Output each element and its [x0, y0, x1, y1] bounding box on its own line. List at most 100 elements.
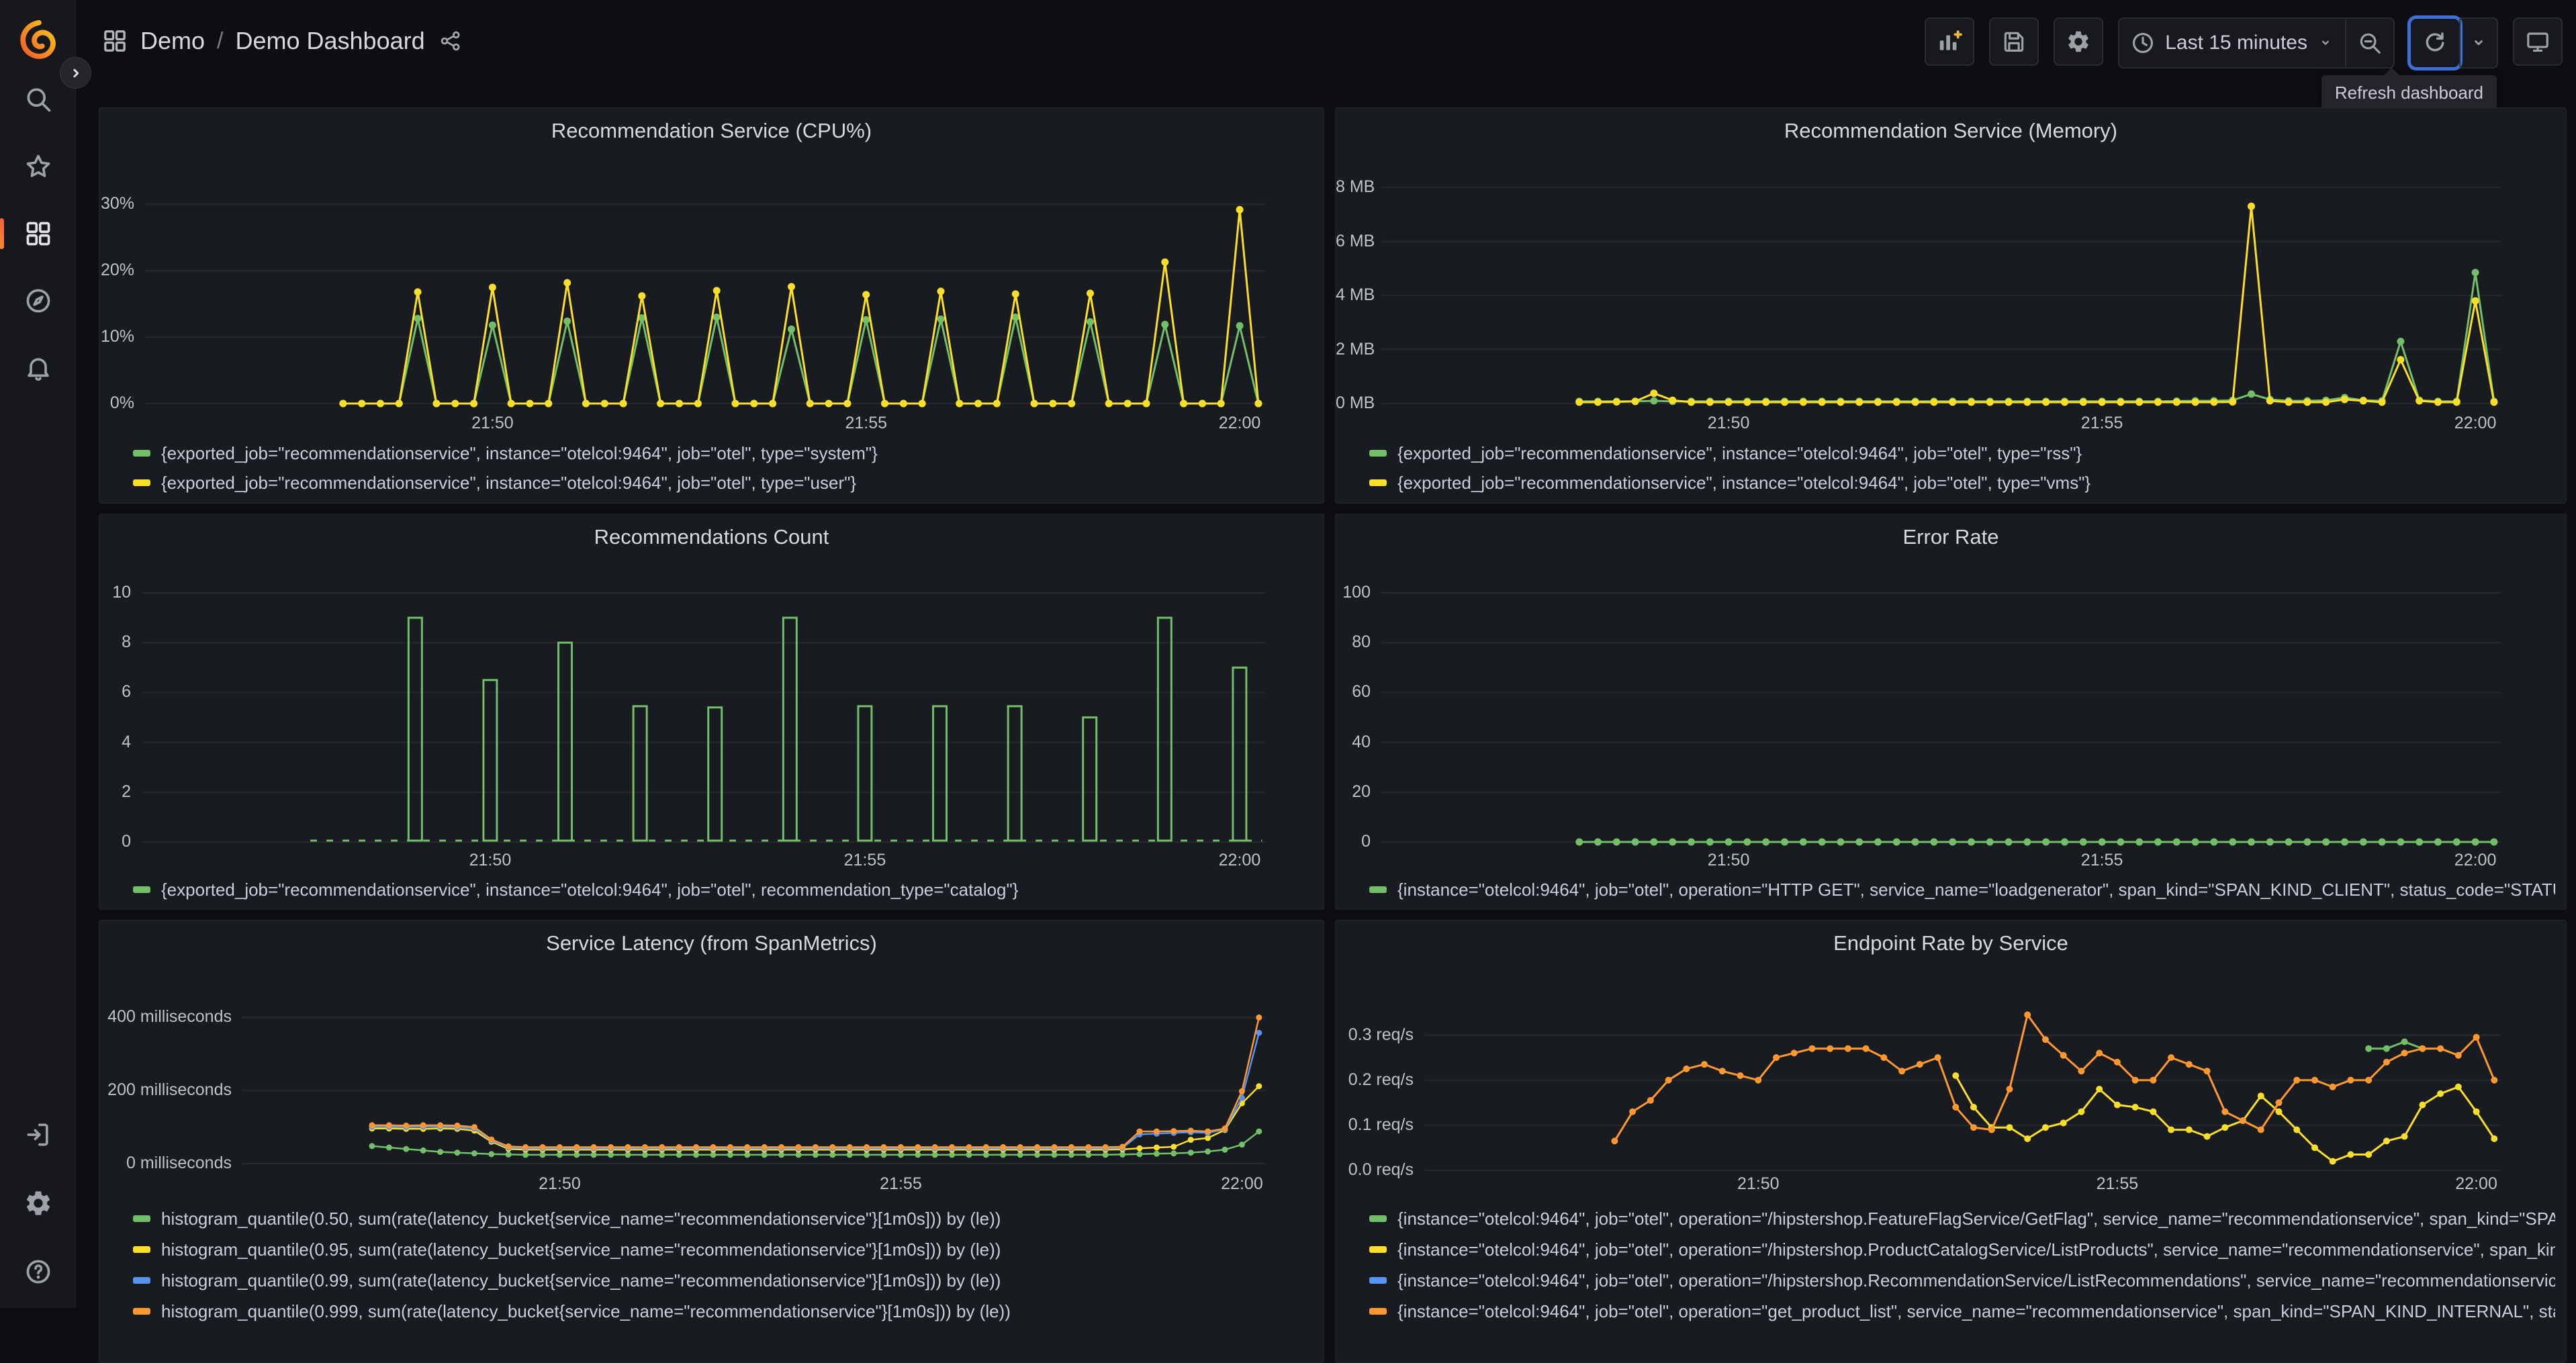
legend-item[interactable]: {exported_job="recommendationservice", i… — [133, 468, 1313, 498]
grafana-logo[interactable] — [17, 19, 59, 60]
legend-item[interactable]: {instance="otelcol:9464", job="otel", op… — [1369, 1234, 2555, 1265]
legend-item[interactable]: {exported_job="recommendationservice", i… — [133, 875, 1313, 904]
x-tick-label: 21:50 — [1707, 414, 1750, 432]
zoom-out-button[interactable] — [2345, 19, 2393, 67]
breadcrumb-separator: / — [217, 28, 224, 54]
legend-label: {exported_job="recommendationservice", i… — [161, 442, 878, 463]
legend-swatch — [133, 479, 150, 486]
panel-recommendations-count: Recommendations Count 0 2 4 6 8 10 21:50 21:55 2… — [99, 514, 1324, 910]
legend-swatch — [133, 1246, 150, 1253]
chart-area[interactable]: 0 20 40 60 80 100 21:50 21:55 22:00 — [1336, 514, 2566, 909]
sidebar-item-search[interactable] — [14, 82, 62, 117]
y-tick-label: 100 — [1342, 582, 1371, 602]
kiosk-mode-button[interactable] — [2513, 17, 2563, 66]
y-tick-label: 8 — [122, 632, 131, 652]
help-icon — [26, 1260, 50, 1284]
legend-item[interactable]: {exported_job="recommendationservice", i… — [1369, 468, 2555, 498]
legend-label: histogram_quantile(0.999, sum(rate(laten… — [161, 1301, 1011, 1321]
refresh-button[interactable] — [2411, 19, 2459, 67]
legend-label: {instance="otelcol:9464", job="otel", op… — [1397, 1239, 2555, 1260]
x-tick-label: 22:00 — [1218, 414, 1261, 432]
star-icon — [26, 154, 50, 177]
legend-item[interactable]: {instance="otelcol:9464", job="otel", op… — [1369, 1203, 2555, 1234]
legend-swatch — [1369, 886, 1387, 893]
legend-item[interactable]: {exported_job="recommendationservice", i… — [1369, 438, 2555, 468]
chevron-down-icon — [2322, 40, 2329, 45]
x-tick-label: 21:55 — [2096, 1174, 2139, 1193]
y-tick-label: 10 — [112, 582, 131, 602]
y-tick-label: 2 — [122, 782, 131, 801]
panel-service-latency: Service Latency (from SpanMetrics) 0 mil… — [99, 920, 1324, 1363]
dashboard-settings-button[interactable] — [2054, 17, 2104, 66]
legend: {instance="otelcol:9464", job="otel", op… — [1369, 875, 2555, 904]
save-dashboard-button[interactable] — [1989, 17, 2039, 66]
y-tick-label: 0.0 req/s — [1348, 1160, 1414, 1179]
add-panel-button[interactable] — [1925, 17, 1975, 66]
x-tick-label: 22:00 — [2454, 851, 2497, 869]
legend-item[interactable]: histogram_quantile(0.999, sum(rate(laten… — [133, 1296, 1313, 1327]
share-icon[interactable] — [439, 29, 463, 53]
legend-label: {exported_job="recommendationservice", i… — [161, 879, 1019, 900]
y-tick-label: 0.3 req/s — [1348, 1025, 1414, 1044]
x-tick-label: 21:55 — [880, 1174, 922, 1193]
sign-in-icon — [27, 1123, 48, 1146]
y-tick-label: 4 MB — [1336, 285, 1375, 305]
chart-area[interactable]: 0 2 4 6 8 10 21:50 21:55 22:00 — [99, 514, 1324, 909]
legend-label: histogram_quantile(0.95, sum(rate(latenc… — [161, 1239, 1001, 1260]
refresh-icon — [2426, 32, 2444, 52]
x-tick-label: 21:50 — [469, 851, 512, 869]
panel-error-rate: Error Rate 0 20 40 60 80 100 21:50 21:55 22:00 {… — [1335, 514, 2567, 910]
sidebar-item-sign-in[interactable] — [14, 1117, 62, 1152]
sidebar-expand-button[interactable] — [60, 57, 91, 89]
time-controls-group: Last 15 minutes — [2118, 17, 2395, 68]
y-tick-label: 2 MB — [1336, 339, 1375, 359]
y-tick-label: 0.2 req/s — [1348, 1070, 1414, 1089]
y-tick-label: 10% — [100, 327, 134, 346]
y-tick-label: 0 — [122, 832, 131, 851]
y-tick-label: 60 — [1352, 682, 1371, 702]
y-tick-label: 0 — [1361, 832, 1371, 851]
legend: {exported_job="recommendationservice", i… — [133, 438, 1313, 498]
legend: {exported_job="recommendationservice", i… — [1369, 438, 2555, 498]
legend-swatch — [1369, 1246, 1387, 1253]
legend-swatch — [1369, 1277, 1387, 1284]
x-tick-label: 21:50 — [1707, 851, 1750, 869]
legend-item[interactable]: histogram_quantile(0.50, sum(rate(latenc… — [133, 1203, 1313, 1234]
legend-label: {instance="otelcol:9464", job="otel", op… — [1397, 879, 2555, 900]
time-range-label: Last 15 minutes — [2165, 32, 2307, 54]
y-tick-label: 6 — [122, 682, 131, 702]
legend-label: {exported_job="recommendationservice", i… — [161, 472, 857, 493]
sidebar-item-help[interactable] — [14, 1254, 62, 1289]
clock-icon — [2133, 32, 2154, 54]
legend: {exported_job="recommendationservice", i… — [133, 875, 1313, 904]
refresh-interval-dropdown[interactable] — [2459, 19, 2497, 67]
sidebar — [0, 0, 76, 1308]
y-tick-label: 4 — [122, 732, 131, 751]
chart-svg — [1381, 187, 2501, 406]
sidebar-item-alerting[interactable] — [14, 350, 62, 385]
breadcrumb-item-folder[interactable]: Demo — [140, 27, 205, 55]
y-tick-label: 400 milliseconds — [107, 1007, 232, 1027]
sidebar-item-settings[interactable] — [14, 1186, 62, 1221]
panel-recommendation-service-cpu: Recommendation Service (CPU%) 0% 10% 20% 30… — [99, 107, 1324, 504]
legend-item[interactable]: {instance="otelcol:9464", job="otel", op… — [1369, 875, 2555, 904]
x-tick-label: 22:00 — [2455, 1174, 2497, 1193]
sidebar-item-explore[interactable] — [14, 283, 62, 318]
top-navigation: Demo / Demo Dashboard Last 15 minutes Re… — [76, 0, 2576, 111]
legend-item[interactable]: {instance="otelcol:9464", job="otel", op… — [1369, 1296, 2555, 1327]
legend-item[interactable]: histogram_quantile(0.99, sum(rate(latenc… — [133, 1265, 1313, 1296]
y-tick-label: 0 MB — [1336, 393, 1375, 412]
monitor-icon — [2527, 32, 2548, 52]
sidebar-item-starred[interactable] — [14, 149, 62, 184]
y-tick-label: 0.1 req/s — [1348, 1115, 1414, 1134]
legend-item[interactable]: {instance="otelcol:9464", job="otel", op… — [1369, 1265, 2555, 1296]
sidebar-item-dashboards[interactable] — [0, 216, 62, 251]
legend-item[interactable]: histogram_quantile(0.95, sum(rate(latenc… — [133, 1234, 1313, 1265]
chart-svg — [242, 1014, 1266, 1164]
breadcrumb-item-dashboard[interactable]: Demo Dashboard — [235, 27, 424, 55]
active-indicator — [0, 218, 4, 249]
time-range-picker[interactable]: Last 15 minutes — [2119, 19, 2345, 67]
legend-item[interactable]: {exported_job="recommendationservice", i… — [133, 438, 1313, 468]
add-panel-icon — [1939, 30, 1963, 50]
legend-swatch — [133, 1277, 150, 1284]
